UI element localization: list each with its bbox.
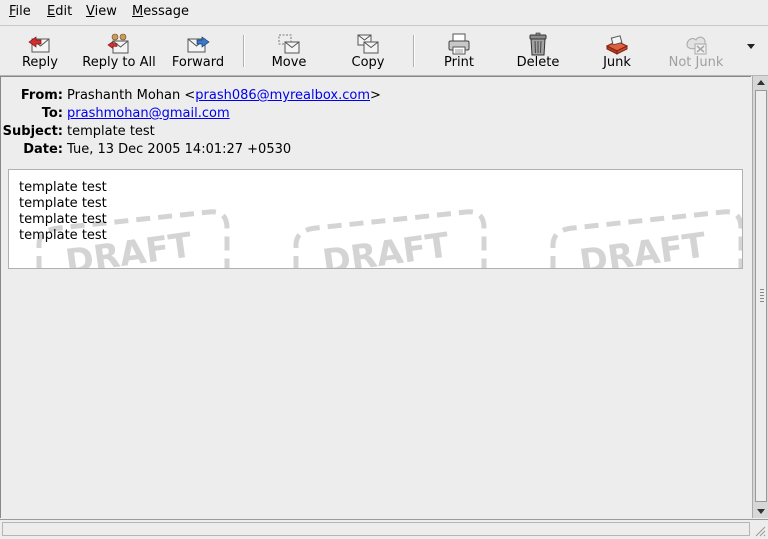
menu-file[interactable]: File	[9, 4, 31, 19]
not-junk-icon	[686, 36, 707, 55]
grip-icon	[760, 292, 764, 293]
subject-label: Subject:	[2, 124, 63, 139]
body-line: template test	[19, 212, 107, 227]
toolbar-separator	[243, 35, 245, 67]
draft-watermark-icon: DRAFT	[550, 209, 742, 269]
menu-message[interactable]: Message	[132, 4, 189, 19]
printer-icon	[448, 33, 470, 55]
delete-button[interactable]: Delete	[502, 26, 574, 75]
junk-button[interactable]: Junk	[582, 26, 652, 75]
body-line: template test	[19, 196, 107, 211]
copy-button[interactable]: Copy	[333, 26, 403, 75]
body-line: template test	[19, 180, 107, 195]
from-email-link[interactable]: prash086@myrealbox.com	[195, 88, 370, 103]
forward-label: Forward	[171, 55, 225, 70]
forward-icon	[187, 36, 210, 53]
toolbar-separator	[413, 35, 415, 67]
delete-label: Delete	[516, 55, 560, 70]
junk-label: Junk	[603, 55, 631, 70]
date-label: Date:	[23, 142, 63, 157]
to-email-link[interactable]: prashmohan@gmail.com	[67, 106, 230, 121]
not-junk-label: Not Junk	[668, 55, 724, 70]
scrollbar-thumb[interactable]	[755, 90, 767, 502]
reply-icon	[28, 36, 50, 53]
from-close: >	[370, 88, 381, 103]
move-icon	[278, 34, 300, 54]
header-from-row: From: Prashanth Mohan <prash086@myrealbo…	[1, 88, 768, 106]
reply-all-button[interactable]: Reply to All	[80, 26, 158, 75]
from-name: Prashanth Mohan <	[67, 88, 196, 103]
message-view: From: Prashanth Mohan <prash086@myrealbo…	[0, 76, 751, 518]
copy-label: Copy	[351, 55, 385, 70]
from-label: From:	[20, 88, 63, 103]
reply-all-icon	[107, 33, 129, 54]
grip-icon	[760, 289, 764, 290]
toolbar: Reply Reply to All Forward Move Copy Pri…	[0, 26, 768, 76]
menu-edit[interactable]: Edit	[47, 4, 72, 19]
header-date-row: Date: Tue, 13 Dec 2005 14:01:27 +0530	[1, 142, 768, 160]
date-value: Tue, 13 Dec 2005 14:01:27 +0530	[67, 142, 292, 157]
subject-value: template test	[67, 124, 155, 139]
move-label: Move	[271, 55, 307, 70]
grip-icon	[760, 295, 764, 296]
forward-button[interactable]: Forward	[162, 26, 234, 75]
not-junk-button[interactable]: Not Junk	[660, 26, 732, 75]
menu-bar: File Edit View Message	[0, 0, 768, 26]
grip-icon	[760, 301, 764, 302]
header-subject-row: Subject: template test	[1, 124, 768, 142]
status-panel	[2, 522, 750, 536]
reply-all-label: Reply to All	[82, 55, 156, 70]
copy-icon	[357, 34, 379, 54]
draft-watermark-icon: DRAFT	[293, 209, 487, 269]
print-label: Print	[444, 55, 474, 70]
move-button[interactable]: Move	[254, 26, 324, 75]
message-body[interactable]: DRAFT DRAFT DRAFT template test template…	[8, 169, 743, 269]
junk-icon	[605, 35, 629, 55]
vertical-scrollbar[interactable]	[752, 76, 768, 518]
reply-button[interactable]: Reply	[4, 26, 76, 75]
scroll-up-arrow-icon[interactable]	[757, 80, 765, 85]
header-to-row: To: prashmohan@gmail.com	[1, 106, 768, 124]
trash-icon	[529, 32, 547, 56]
reply-label: Reply	[21, 55, 58, 70]
print-button[interactable]: Print	[424, 26, 494, 75]
menu-view[interactable]: View	[86, 4, 117, 19]
scroll-down-arrow-icon[interactable]	[757, 509, 765, 514]
resize-grip-icon[interactable]	[754, 525, 766, 537]
from-value: Prashanth Mohan <prash086@myrealbox.com>	[67, 88, 381, 103]
to-label: To:	[41, 106, 63, 121]
status-bar	[0, 519, 768, 539]
svg-text:DRAFT: DRAFT	[320, 225, 452, 269]
grip-icon	[760, 298, 764, 299]
toolbar-overflow-arrow-icon[interactable]	[747, 44, 755, 49]
svg-text:DRAFT: DRAFT	[577, 225, 709, 269]
body-line: template test	[19, 228, 107, 243]
